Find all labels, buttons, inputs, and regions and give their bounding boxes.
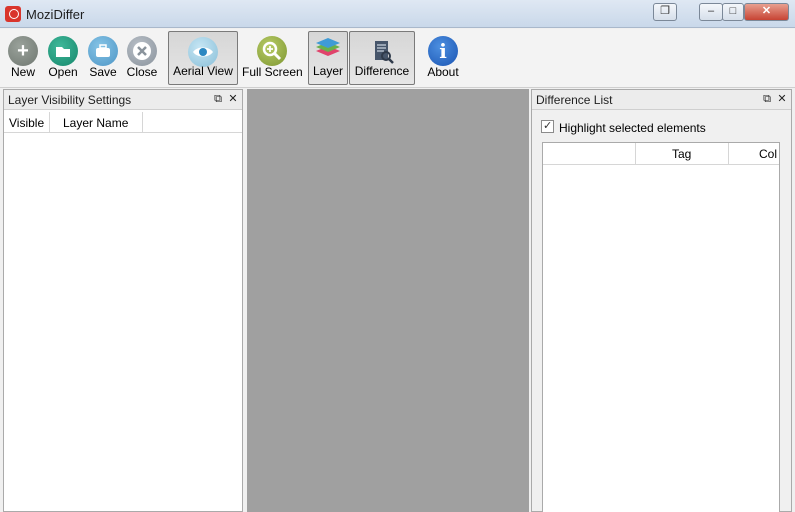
close-icon[interactable]: ✕: [227, 92, 239, 106]
briefcase-icon: [88, 36, 118, 66]
maximize-button[interactable]: □: [722, 3, 744, 21]
minimize-button[interactable]: –: [699, 3, 723, 21]
title-bar: MoziDiffer ❐ – □ ✕: [0, 0, 795, 28]
save-label: Save: [89, 65, 117, 79]
open-label: Open: [48, 65, 78, 79]
column-layer-name[interactable]: Layer Name: [50, 112, 143, 133]
info-icon: i: [428, 36, 458, 66]
highlight-checkbox[interactable]: [541, 119, 554, 133]
close-button[interactable]: Close: [124, 31, 160, 85]
zoom-icon: [257, 36, 287, 66]
layer-panel-title: Layer Visibility Settings: [8, 93, 132, 107]
layer-label: Layer: [312, 64, 344, 78]
column-visible[interactable]: Visible: [4, 112, 50, 133]
layer-table-header: Visible Layer Name: [4, 112, 242, 133]
float-icon[interactable]: ⧉: [761, 92, 773, 106]
full-screen-button[interactable]: Full Screen: [242, 31, 303, 85]
layers-icon: [313, 37, 343, 67]
document-search-icon: [367, 37, 397, 67]
window-title: MoziDiffer: [26, 7, 85, 22]
close-icon[interactable]: ✕: [776, 92, 788, 106]
app-logo-icon: [5, 6, 21, 22]
difference-panel-header: Difference List ⧉ ✕: [532, 90, 791, 110]
layer-button[interactable]: Layer: [308, 31, 348, 85]
new-label: New: [10, 65, 35, 79]
toolbar: + New Open Save Close Aerial View Full S…: [0, 29, 795, 88]
close-window-button[interactable]: ✕: [744, 3, 789, 21]
close-label: Close: [126, 65, 158, 79]
layer-visibility-panel: Layer Visibility Settings ⧉ ✕ Visible La…: [3, 89, 243, 512]
aerial-view-label: Aerial View: [173, 64, 233, 78]
about-button[interactable]: i About: [423, 31, 463, 85]
eye-icon: [188, 37, 218, 67]
canvas-area[interactable]: [247, 89, 529, 512]
highlight-label: Highlight selected elements: [559, 121, 706, 135]
column-col[interactable]: Col: [729, 143, 779, 164]
open-button[interactable]: Open: [45, 31, 81, 85]
save-button[interactable]: Save: [85, 31, 121, 85]
difference-button[interactable]: Difference: [349, 31, 415, 85]
close-circle-icon: [127, 36, 157, 66]
float-icon[interactable]: ⧉: [212, 92, 224, 106]
difference-list-panel: Difference List ⧉ ✕ Highlight selected e…: [531, 89, 792, 512]
layer-panel-header: Layer Visibility Settings ⧉ ✕: [4, 90, 242, 110]
difference-table-header: Tag Col: [543, 143, 779, 165]
difference-table[interactable]: Tag Col: [542, 142, 780, 512]
difference-label: Difference: [354, 64, 410, 78]
new-button[interactable]: + New: [5, 31, 41, 85]
full-screen-label: Full Screen: [242, 65, 303, 79]
column-blank[interactable]: [543, 143, 636, 164]
difference-panel-title: Difference List: [536, 93, 613, 107]
plus-icon: +: [8, 36, 38, 66]
folder-icon: [48, 36, 78, 66]
restore-icon[interactable]: ❐: [653, 3, 677, 21]
column-tag[interactable]: Tag: [636, 143, 729, 164]
about-label: About: [427, 65, 459, 79]
aerial-view-button[interactable]: Aerial View: [168, 31, 238, 85]
